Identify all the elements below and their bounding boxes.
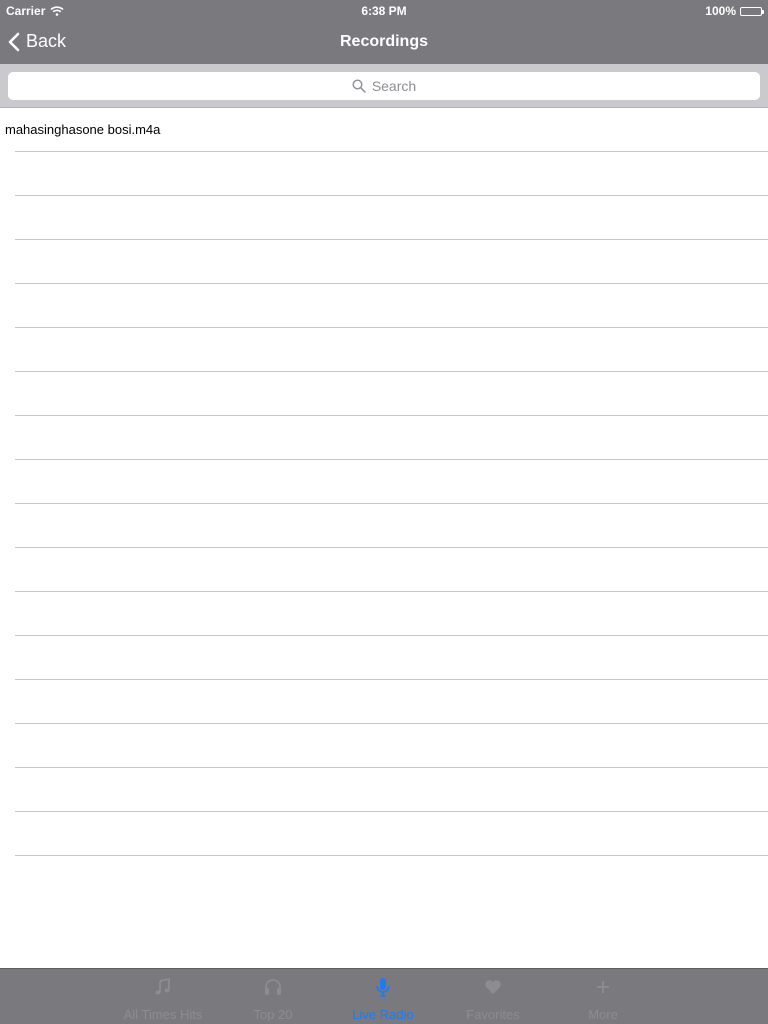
- tab-label: More: [588, 1007, 618, 1022]
- search-icon: [352, 79, 366, 93]
- headphones-icon: [218, 977, 328, 1003]
- tab-top-20[interactable]: Top 20: [218, 969, 328, 1024]
- search-input[interactable]: Search: [8, 72, 760, 100]
- list-item[interactable]: mahasinghasone bosi.m4a: [0, 108, 768, 152]
- plus-icon: [548, 977, 658, 1003]
- search-placeholder: Search: [371, 78, 417, 94]
- tab-bar: All Times Hits Top 20 Live Radio Favorites M…: [0, 968, 768, 1024]
- empty-list-row: [0, 328, 768, 372]
- empty-list-row: [0, 592, 768, 636]
- app-window: Carrier 6:38 PM 100% Back Recordings Sea…: [0, 0, 768, 1024]
- tab-live-radio[interactable]: Live Radio: [328, 969, 438, 1024]
- tab-all-times-hits[interactable]: All Times Hits: [108, 969, 218, 1024]
- empty-list-row: [0, 460, 768, 504]
- empty-list-row: [0, 504, 768, 548]
- empty-list-row: [0, 152, 768, 196]
- status-bar: Carrier 6:38 PM 100%: [0, 0, 768, 20]
- row-separator: [15, 855, 768, 856]
- battery-icon: [740, 6, 764, 16]
- empty-list-row: [0, 240, 768, 284]
- tab-label: All Times Hits: [123, 1007, 203, 1022]
- recordings-list: mahasinghasone bosi.m4a: [0, 108, 768, 856]
- status-battery: 100%: [705, 4, 764, 18]
- empty-list-row: [0, 636, 768, 680]
- top-bar: Carrier 6:38 PM 100% Back Recordings: [0, 0, 768, 64]
- empty-list-row: [0, 548, 768, 592]
- search-bar: Search: [0, 64, 768, 108]
- tab-more[interactable]: More: [548, 969, 658, 1024]
- empty-list-row: [0, 416, 768, 460]
- empty-list-row: [0, 196, 768, 240]
- tab-label: Live Radio: [352, 1007, 414, 1022]
- tab-label: Top 20: [253, 1007, 293, 1022]
- page-title: Recordings: [339, 33, 428, 50]
- status-time: 6:38 PM: [361, 4, 407, 18]
- empty-list-row: [0, 724, 768, 768]
- microphone-icon: [328, 977, 438, 1003]
- music-note-icon: [108, 977, 218, 1003]
- empty-list-row: [0, 680, 768, 724]
- tab-favorites[interactable]: Favorites: [438, 969, 548, 1024]
- empty-list-row: [0, 768, 768, 812]
- empty-list-row: [0, 284, 768, 328]
- battery-percentage: 100%: [705, 4, 736, 18]
- empty-list-row: [0, 372, 768, 416]
- recording-filename: mahasinghasone bosi.m4a: [5, 122, 161, 137]
- empty-list-row: [0, 812, 768, 856]
- heart-icon: [438, 977, 548, 1003]
- tab-label: Favorites: [466, 1007, 520, 1022]
